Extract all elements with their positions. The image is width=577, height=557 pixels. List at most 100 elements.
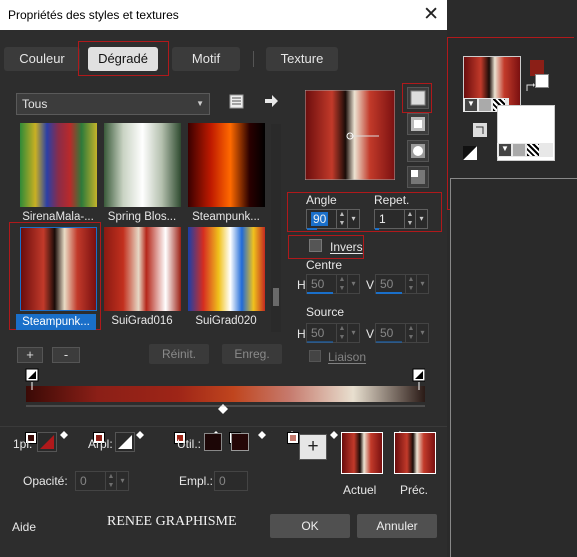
gradient-label: SuiGrad020 bbox=[195, 315, 257, 327]
gradient-thumb-spring[interactable]: Spring Blos... bbox=[104, 123, 181, 223]
gradient-thumb-steampunk-2[interactable] bbox=[20, 227, 97, 311]
add-to-swatches-button[interactable]: + bbox=[299, 434, 327, 460]
spin-arrows-icon[interactable]: ▲ ▼ bbox=[405, 324, 416, 342]
center-label: Centre bbox=[306, 258, 343, 272]
invert-label: Invers bbox=[330, 240, 363, 254]
title-bar: Propriétés des styles et textures ✕ bbox=[0, 0, 447, 30]
tab-degrade[interactable]: Dégradé bbox=[88, 47, 158, 71]
chevron-down-icon[interactable]: ▾ bbox=[416, 324, 428, 342]
center-v-input[interactable]: 50 ▲ ▼ ▾ bbox=[375, 274, 429, 294]
source-h-input[interactable]: 50 ▲ ▼ ▾ bbox=[306, 323, 360, 343]
tab-texture[interactable]: Texture bbox=[266, 47, 338, 71]
help-link[interactable]: Aide bbox=[12, 520, 36, 534]
empl-label: Empl.: bbox=[179, 474, 214, 488]
save-button[interactable]: Enreg. bbox=[222, 344, 282, 364]
window-title: Propriétés des styles et textures bbox=[8, 8, 179, 22]
util-swatch-2[interactable] bbox=[231, 433, 249, 451]
background-color-swatch[interactable] bbox=[535, 74, 549, 88]
repeat-input[interactable]: 1 ▲ ▼ ▾ bbox=[374, 209, 428, 229]
pl-swatch[interactable] bbox=[37, 432, 57, 452]
remove-gradient-button[interactable]: - bbox=[52, 347, 80, 363]
gradient-icon bbox=[479, 99, 491, 111]
center-v-label: V bbox=[366, 278, 375, 292]
side-panel-area bbox=[450, 178, 577, 557]
gradient-thumb-suigrad020[interactable]: SuiGrad020 bbox=[188, 227, 265, 327]
scrollbar[interactable] bbox=[271, 124, 281, 332]
current-swatch[interactable] bbox=[341, 432, 383, 474]
chevron-down-icon: ▼ bbox=[196, 99, 204, 108]
gradient-label: Spring Blos... bbox=[107, 211, 177, 223]
repeat-label: Repet. bbox=[374, 193, 410, 207]
util-label: Util.: bbox=[177, 437, 201, 451]
watermark: RENEE GRAPHISME bbox=[107, 514, 237, 529]
opacity-input[interactable]: 0 ▲ ▼ ▾ bbox=[75, 471, 129, 491]
gradient-label: SuiGrad016 bbox=[111, 315, 173, 327]
source-v-slider-fill bbox=[376, 341, 402, 343]
empl-input[interactable]: 0 bbox=[214, 471, 248, 491]
chevron-down-icon[interactable]: ▾ bbox=[415, 210, 427, 228]
link-label: Liaison bbox=[328, 350, 367, 364]
spin-arrows-icon[interactable]: ▲ ▼ bbox=[336, 275, 347, 293]
reset-colors-icon[interactable] bbox=[463, 146, 477, 160]
previous-label: Préc. bbox=[400, 483, 429, 497]
gradient-library-icon[interactable] bbox=[229, 94, 245, 110]
add-gradient-button[interactable]: + bbox=[17, 347, 43, 363]
gradient-preview[interactable] bbox=[304, 89, 396, 181]
category-dropdown[interactable]: Tous ▼ bbox=[16, 93, 210, 115]
chevron-down-icon: ▼ bbox=[465, 99, 477, 111]
gradient-editor[interactable] bbox=[22, 368, 426, 444]
chevron-down-icon: ▼ bbox=[499, 144, 511, 156]
scrollbar-thumb[interactable] bbox=[273, 288, 279, 306]
gradient-thumb-sirenamala[interactable]: SirenaMala-... bbox=[20, 123, 97, 223]
swap-icon[interactable] bbox=[526, 79, 536, 91]
arrow-right-icon[interactable] bbox=[263, 93, 279, 109]
center-h-input[interactable]: 50 ▲ ▼ ▾ bbox=[306, 274, 360, 294]
dialog-body: Couleur Dégradé Motif Texture Tous ▼ Sir… bbox=[0, 30, 447, 557]
background-style-bar[interactable]: ▼ bbox=[497, 143, 553, 157]
gradient-thumb-steampunk-1[interactable]: Steampunk... bbox=[188, 123, 265, 223]
opacity-label: Opacité: bbox=[23, 474, 68, 488]
sunburst-style-button[interactable] bbox=[407, 140, 429, 162]
radial-style-button[interactable] bbox=[407, 166, 429, 188]
current-label: Actuel bbox=[343, 483, 377, 497]
source-v-input[interactable]: 50 ▲ ▼ ▾ bbox=[375, 323, 429, 343]
tab-couleur[interactable]: Couleur bbox=[4, 47, 80, 71]
repeat-slider-fill bbox=[375, 228, 379, 230]
chevron-down-icon[interactable]: ▾ bbox=[116, 472, 128, 490]
swap-materials-icon[interactable] bbox=[473, 123, 487, 137]
gradient-stop[interactable] bbox=[287, 432, 299, 444]
chevron-down-icon[interactable]: ▾ bbox=[416, 275, 428, 293]
reset-button[interactable]: Réinit. bbox=[149, 344, 209, 364]
tab-motif[interactable]: Motif bbox=[172, 47, 240, 71]
tab-divider bbox=[253, 51, 254, 67]
source-h-slider-fill bbox=[307, 341, 333, 343]
linear-style-button[interactable] bbox=[407, 87, 429, 109]
link-checkbox[interactable] bbox=[309, 350, 321, 362]
chevron-down-icon[interactable]: ▾ bbox=[347, 210, 359, 228]
category-selected: Tous bbox=[22, 97, 48, 111]
spin-arrows-icon[interactable]: ▲ ▼ bbox=[405, 275, 416, 293]
angle-input[interactable]: 90 ▲ ▼ ▾ bbox=[306, 209, 360, 229]
util-swatch-1[interactable] bbox=[204, 433, 222, 451]
spin-arrows-icon[interactable]: ▲ ▼ bbox=[336, 210, 347, 228]
spin-arrows-icon[interactable]: ▲ ▼ bbox=[336, 324, 347, 342]
cancel-button[interactable]: Annuler bbox=[357, 514, 437, 538]
gradient-thumb-suigrad016[interactable]: SuiGrad016 bbox=[104, 227, 181, 327]
close-icon[interactable]: ✕ bbox=[423, 3, 439, 26]
arpl-swatch[interactable] bbox=[115, 432, 135, 452]
chevron-down-icon[interactable]: ▾ bbox=[347, 275, 359, 293]
previous-swatch[interactable] bbox=[394, 432, 436, 474]
center-h-slider-fill bbox=[307, 292, 333, 294]
invert-checkbox[interactable] bbox=[309, 239, 322, 252]
chevron-down-icon[interactable]: ▾ bbox=[347, 324, 359, 342]
source-h-label: H bbox=[297, 327, 306, 341]
source-label: Source bbox=[306, 305, 345, 319]
spin-arrows-icon[interactable]: ▲ ▼ bbox=[404, 210, 415, 228]
ok-button[interactable]: OK bbox=[270, 514, 350, 538]
pattern-icon bbox=[527, 144, 539, 156]
gradient-label: Steampunk... bbox=[192, 211, 260, 223]
section-divider bbox=[0, 426, 447, 427]
rectangular-style-button[interactable] bbox=[407, 113, 429, 135]
materials-panel: ▼ ▼ bbox=[447, 30, 577, 557]
spin-arrows-icon[interactable]: ▲ ▼ bbox=[105, 472, 116, 490]
